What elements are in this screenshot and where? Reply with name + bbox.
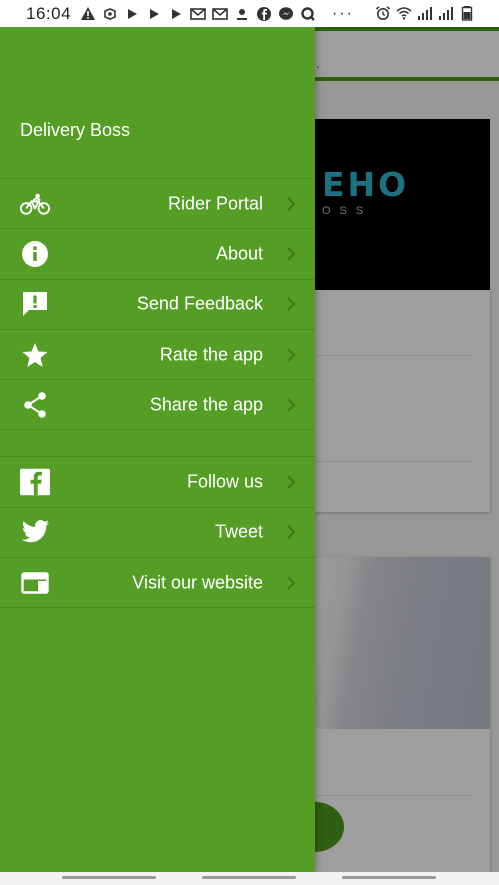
menu-item-label: Rider Portal: [167, 193, 263, 214]
weather-icon: [237, 9, 247, 20]
facebook-icon: [20, 467, 50, 497]
menu-item-label: Send Feedback: [136, 293, 263, 314]
play-icon: [128, 9, 137, 19]
play-icon: [150, 9, 159, 19]
chevron-right-icon: [287, 196, 296, 211]
battery-icon: [461, 6, 473, 21]
chevron-right-icon: [287, 297, 296, 312]
mail-icon: [190, 8, 206, 20]
info-icon: [20, 239, 50, 269]
menu-item-label: About: [215, 243, 263, 264]
drawer-header: Delivery Boss: [0, 27, 315, 179]
signal-icon: [439, 7, 453, 20]
menu-item-tweet[interactable]: Tweet: [0, 508, 315, 559]
notification-icon: [104, 8, 116, 20]
nav-recents-handle[interactable]: [62, 876, 156, 879]
menu-item-label: Visit our website: [132, 572, 263, 593]
play-icon: [172, 9, 181, 19]
chevron-right-icon: [287, 347, 296, 362]
signal-icon: [418, 7, 432, 20]
mail-icon: [212, 8, 228, 20]
menu-item-rider-portal[interactable]: Rider Portal: [0, 179, 315, 230]
status-overflow: ···: [332, 5, 354, 22]
menu-item-rate-app[interactable]: Rate the app: [0, 330, 315, 381]
menu-item-label: Rate the app: [159, 344, 263, 365]
menu-item-share-app[interactable]: Share the app: [0, 380, 315, 431]
status-bar: 16:04 ···: [0, 0, 499, 27]
alert-icon: [81, 7, 95, 20]
menu-item-visit-website[interactable]: Visit our website: [0, 558, 315, 609]
twitter-icon: [20, 517, 50, 547]
menu-item-label: Tweet: [214, 521, 263, 542]
feedback-icon: [20, 289, 50, 319]
status-time: 16:04: [26, 4, 72, 23]
wifi-icon: [396, 7, 412, 20]
menu-item-about[interactable]: About: [0, 229, 315, 280]
nav-home-handle[interactable]: [202, 876, 296, 879]
navigation-drawer: Delivery Boss Rider Portal About Send Fe…: [0, 27, 315, 872]
menu-item-send-feedback[interactable]: Send Feedback: [0, 280, 315, 330]
menu-section-divider: [0, 430, 315, 458]
status-notification-icons: ···: [80, 5, 354, 23]
chevron-right-icon: [287, 475, 296, 489]
search-app-icon: [301, 7, 315, 21]
share-icon: [20, 390, 50, 420]
drawer-title: Delivery Boss: [20, 120, 131, 140]
alarm-icon: [375, 6, 391, 20]
chevron-right-icon: [287, 398, 296, 412]
chevron-right-icon: [287, 525, 296, 540]
menu-item-label: Follow us: [186, 471, 263, 492]
star-icon: [20, 340, 50, 370]
chevron-right-icon: [287, 247, 296, 261]
web-icon: [20, 568, 50, 598]
facebook-icon: [257, 7, 271, 21]
messenger-icon: [279, 7, 293, 20]
nav-back-handle[interactable]: [342, 876, 436, 879]
menu-item-label: Share the app: [149, 394, 263, 415]
system-navigation-bar: [0, 872, 499, 885]
bicycle-icon: [20, 189, 50, 219]
status-system-icons: [375, 5, 475, 21]
menu-item-follow-us[interactable]: Follow us: [0, 457, 315, 508]
chevron-right-icon: [287, 575, 296, 590]
